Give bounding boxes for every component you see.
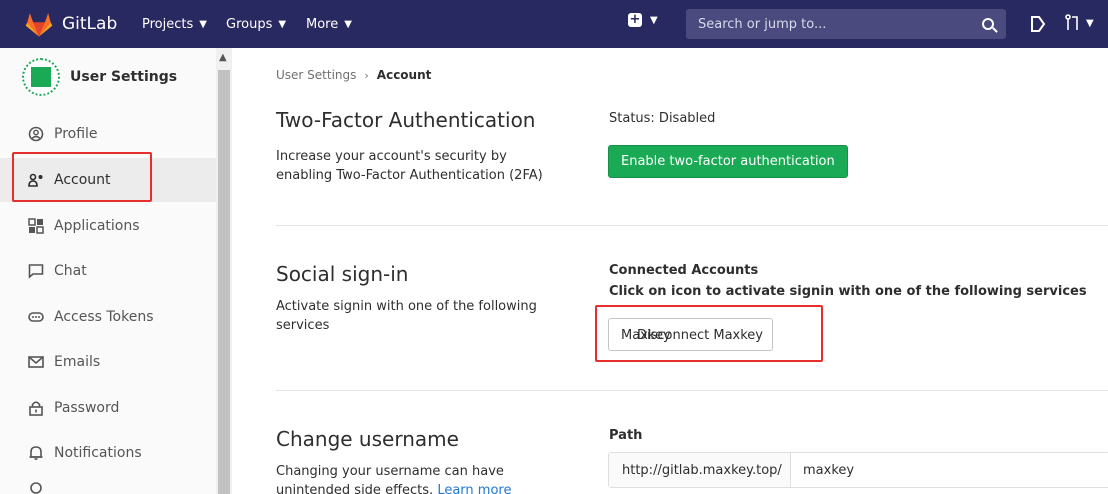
partial-icon: [28, 478, 44, 494]
avatar: [22, 58, 60, 96]
breadcrumb-separator: ›: [364, 68, 369, 82]
chevron-down-icon: ▼: [650, 14, 658, 26]
profile-icon: [28, 126, 44, 142]
sidebar-item-applications[interactable]: Applications: [0, 204, 216, 248]
sidebar-header[interactable]: User Settings: [22, 58, 177, 96]
emails-icon: [28, 354, 44, 370]
social-signin-title: Social sign-in: [276, 262, 409, 286]
gitlab-home-link[interactable]: GitLab: [0, 0, 117, 48]
groups-label: Groups: [226, 16, 273, 32]
avatar-image: [31, 67, 51, 87]
groups-menu[interactable]: Groups ▼: [226, 0, 286, 48]
sidebar-item-account[interactable]: Account: [0, 158, 216, 202]
search-box[interactable]: [686, 9, 1006, 39]
sidebar-item-profile[interactable]: Profile: [0, 112, 216, 156]
learn-more-link[interactable]: Learn more: [437, 483, 511, 494]
change-username-title: Change username: [276, 427, 459, 451]
plus-square-icon: +: [628, 12, 642, 27]
merge-request-icon: [1065, 14, 1078, 30]
sidebar-item-partial: [0, 477, 216, 494]
projects-label: Projects: [142, 16, 194, 32]
chevron-down-icon: ▼: [278, 18, 287, 30]
applications-icon: [28, 218, 44, 234]
search-icon: [982, 18, 994, 30]
sidebar-item-emails[interactable]: Emails: [0, 340, 216, 384]
account-icon: [28, 172, 44, 188]
chevron-down-icon: ▼: [1086, 17, 1094, 29]
search-input[interactable]: [698, 16, 968, 32]
sidebar-item-label: Chat: [54, 263, 87, 279]
scroll-up-icon[interactable]: ▲: [219, 52, 227, 63]
path-input-group: http://gitlab.maxkey.top/: [608, 452, 1108, 488]
password-icon: [28, 400, 44, 416]
path-label: Path: [609, 428, 643, 443]
two-factor-status: Status: Disabled: [609, 111, 716, 126]
sidebar-title: User Settings: [70, 69, 178, 85]
sidebar-item-chat[interactable]: Chat: [0, 249, 216, 293]
sidebar-item-label: Account: [54, 172, 111, 188]
breadcrumb: User Settings › Account: [276, 68, 431, 82]
two-factor-title: Two-Factor Authentication: [276, 108, 536, 132]
chat-icon: [28, 263, 44, 279]
todo-icon[interactable]: [1030, 15, 1046, 33]
merge-requests-dropdown[interactable]: ▼: [1065, 14, 1094, 32]
sidebar-item-label: Access Tokens: [54, 309, 154, 325]
sidebar-item-label: Profile: [54, 126, 98, 142]
brand-name: GitLab: [62, 14, 118, 34]
change-username-description: Changing your username can have unintend…: [276, 462, 566, 494]
sidebar-item-label: Emails: [54, 354, 101, 370]
top-navbar: GitLab Projects▼ Groups▼ More▼ +▼ ▼: [0, 0, 1108, 48]
path-prefix: http://gitlab.maxkey.top/: [609, 453, 791, 487]
notifications-icon: [28, 445, 44, 461]
section-divider: [276, 390, 1108, 391]
breadcrumb-parent-link[interactable]: User Settings: [276, 68, 356, 82]
sidebar-item-password[interactable]: Password: [0, 386, 216, 430]
chevron-down-icon: ▼: [344, 18, 352, 30]
sidebar-item-access-tokens[interactable]: Access Tokens: [0, 295, 216, 339]
connected-accounts-label: Connected Accounts: [609, 263, 759, 278]
disconnect-maxkey-button[interactable]: Maxkey Disconnect Maxkey: [608, 318, 773, 351]
gitlab-logo-icon: [25, 13, 53, 37]
chevron-down-icon: ▼: [199, 18, 207, 30]
username-path-input[interactable]: [791, 453, 1108, 487]
more-menu[interactable]: More ▼: [306, 0, 352, 48]
projects-menu[interactable]: Projects ▼: [142, 0, 207, 48]
breadcrumb-current: Account: [376, 68, 432, 82]
more-label: More: [306, 16, 339, 32]
sidebar-item-label: Applications: [54, 218, 140, 234]
two-factor-description: Increase your account's security by enab…: [276, 149, 543, 183]
disconnect-label: Disconnect Maxkey: [637, 328, 763, 343]
sidebar-item-label: Password: [54, 400, 120, 416]
access-tokens-icon: [28, 309, 44, 325]
social-instructions: Click on icon to activate signin with on…: [609, 284, 1087, 299]
sidebar-item-label: Notifications: [54, 445, 142, 461]
sidebar-item-notifications[interactable]: Notifications: [0, 431, 216, 475]
social-signin-description: Activate signin with one of the followin…: [276, 299, 537, 333]
enable-two-factor-button[interactable]: Enable two-factor authentication: [608, 145, 848, 178]
sidebar-scrollbar-thumb[interactable]: [218, 70, 230, 494]
section-divider: [276, 225, 1108, 226]
new-item-dropdown[interactable]: + ▼: [628, 13, 658, 27]
